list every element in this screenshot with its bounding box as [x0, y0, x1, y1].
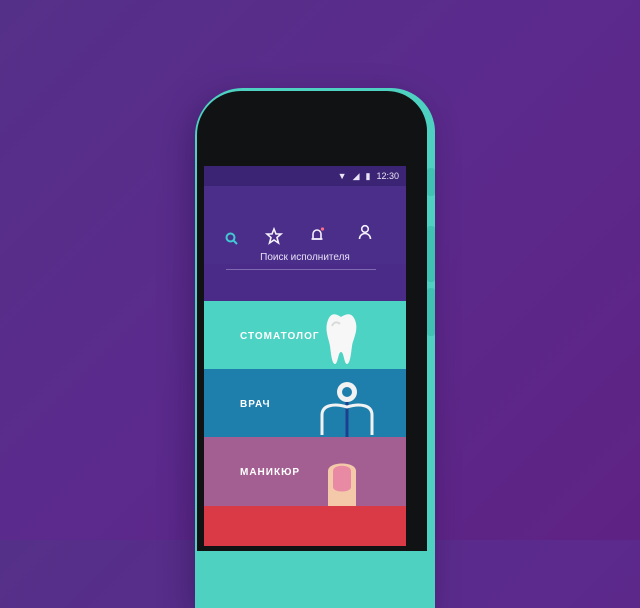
- bell-icon[interactable]: [308, 226, 328, 246]
- app-screen: ▼ ◢ ▮ 12:30 Поиск исполнителя СТОМАТОЛОГ…: [204, 166, 406, 546]
- category-dentist[interactable]: СТОМАТОЛОГ: [204, 301, 406, 377]
- search-underline: [226, 269, 376, 270]
- stethoscope-icon: [320, 382, 374, 437]
- category-label-dentist: СТОМАТОЛОГ: [240, 331, 320, 342]
- status-bar: ▼ ◢ ▮ 12:30: [204, 166, 406, 186]
- category-doctor[interactable]: ВРАЧ: [204, 369, 406, 445]
- battery-icon: ▮: [365, 170, 371, 181]
- category-label-doctor: ВРАЧ: [240, 399, 271, 410]
- nail-icon: [328, 463, 356, 513]
- category-more[interactable]: [204, 506, 406, 546]
- search-field[interactable]: Поиск исполнителя: [204, 252, 406, 263]
- category-label-manicure: МАНИКЮР: [240, 467, 301, 478]
- category-manicure[interactable]: МАНИКЮР: [204, 437, 406, 513]
- side-button-volume-down: [427, 288, 435, 336]
- signal-icon: ◢: [352, 170, 360, 181]
- star-icon[interactable]: [264, 226, 285, 247]
- search-icon[interactable]: [224, 231, 244, 251]
- tooth-icon: [326, 314, 357, 364]
- side-button-top: [427, 168, 435, 196]
- user-icon[interactable]: [357, 223, 377, 243]
- wifi-icon: ▼: [337, 171, 347, 181]
- side-button-volume-up: [427, 226, 435, 282]
- status-time: 12:30: [376, 171, 399, 181]
